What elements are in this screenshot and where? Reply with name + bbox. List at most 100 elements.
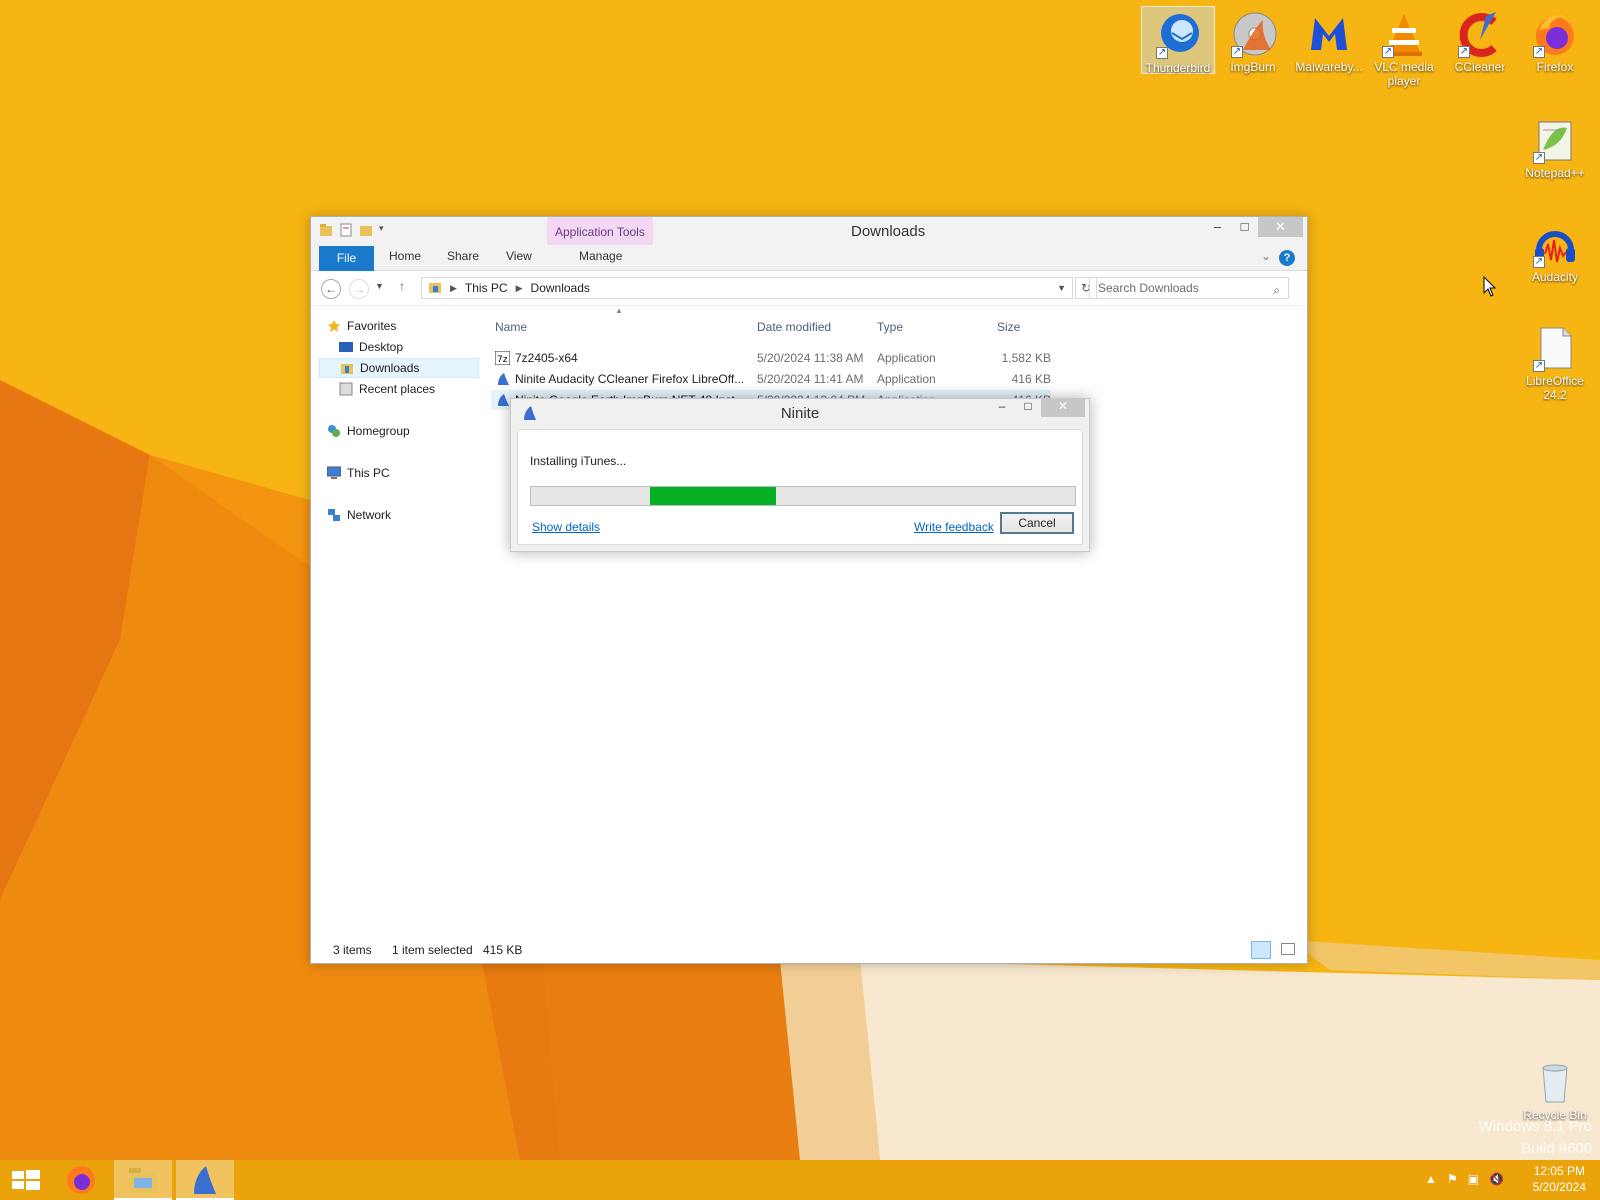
downloads-folder-icon xyxy=(340,361,354,375)
ninite-titlebar[interactable]: Ninite – □ ✕ xyxy=(511,399,1089,425)
audacity-icon: ↗ xyxy=(1531,220,1579,268)
explorer-titlebar[interactable]: ▾ Application Tools Downloads – □ ✕ xyxy=(311,217,1307,245)
nav-favorites[interactable]: Favorites xyxy=(327,316,396,336)
desktop-icon-audacity[interactable]: ↗ Audacity xyxy=(1518,216,1592,284)
show-details-link[interactable]: Show details xyxy=(532,520,600,534)
volume-muted-icon[interactable]: 🔇 xyxy=(1489,1172,1504,1186)
quick-access-toolbar: ▾ xyxy=(319,223,393,237)
malwarebytes-icon xyxy=(1305,10,1353,58)
desktop-icon-malwarebytes[interactable]: Malwareby... xyxy=(1292,6,1366,74)
tab-view[interactable]: View xyxy=(506,249,532,263)
svg-text:7z: 7z xyxy=(497,355,508,365)
desktop-icon-firefox[interactable]: ↗ Firefox xyxy=(1518,6,1592,74)
selection-size: 415 KB xyxy=(483,943,523,957)
maximize-button[interactable]: □ xyxy=(1015,399,1041,417)
close-button[interactable]: ✕ xyxy=(1041,399,1085,417)
explorer-window[interactable]: ▾ Application Tools Downloads – □ ✕ File… xyxy=(310,216,1308,964)
recycle-bin-icon xyxy=(1531,1058,1579,1106)
file-row[interactable]: Ninite Audacity CCleaner Firefox LibreOf… xyxy=(491,369,1051,389)
address-bar[interactable]: ▶ This PC ▶ Downloads ▼ xyxy=(421,277,1073,299)
taskbar-file-explorer[interactable] xyxy=(114,1160,172,1200)
tab-file[interactable]: File xyxy=(319,246,374,271)
7zip-icon: 7z xyxy=(494,350,511,371)
ninite-icon xyxy=(495,393,510,413)
help-icon[interactable]: ? xyxy=(1279,250,1295,266)
maximize-button[interactable]: □ xyxy=(1231,217,1258,237)
install-status: Installing iTunes... xyxy=(530,454,627,468)
recent-locations-icon[interactable]: ▼ xyxy=(375,281,384,291)
taskbar-firefox[interactable] xyxy=(52,1160,110,1200)
folder-icon xyxy=(319,223,333,237)
desktop-icon-notepadpp[interactable]: ↗ Notepad++ xyxy=(1518,112,1592,180)
action-center-flag-icon[interactable]: ⚑ xyxy=(1447,1172,1458,1186)
desktop-icon-imgburn[interactable]: ↗ ImgBurn xyxy=(1216,6,1290,74)
firefox-icon: ↗ xyxy=(1531,10,1579,58)
vlc-icon: ↗ xyxy=(1380,10,1428,58)
window-title: Downloads xyxy=(851,223,926,240)
forward-button[interactable]: → xyxy=(349,279,369,299)
file-row[interactable]: 7z 7z2405-x64 5/20/2024 11:38 AM Applica… xyxy=(491,348,1051,368)
large-icons-view-icon[interactable] xyxy=(1281,943,1295,955)
folder-icon xyxy=(428,280,442,297)
breadcrumb-this-pc[interactable]: This PC xyxy=(465,281,508,295)
minimize-button[interactable]: – xyxy=(989,399,1015,417)
properties-icon[interactable] xyxy=(339,223,353,237)
file-date: 5/20/2024 11:41 AM xyxy=(757,372,864,386)
application-tools-tab[interactable]: Application Tools xyxy=(547,217,653,245)
file-name: 7z2405-x64 xyxy=(515,351,578,365)
os-watermark-line2: Build 9600 xyxy=(1521,1140,1592,1157)
column-header-date[interactable]: Date modified xyxy=(757,320,831,334)
ninite-dialog[interactable]: Ninite – □ ✕ Installing iTunes... Show d… xyxy=(510,398,1090,552)
desktop-icon-recycle-bin[interactable]: Recycle Bin xyxy=(1518,1054,1592,1122)
details-view-icon[interactable] xyxy=(1251,941,1271,959)
close-button[interactable]: ✕ xyxy=(1258,217,1303,237)
back-button[interactable]: ← xyxy=(321,279,341,299)
nav-network[interactable]: Network xyxy=(327,505,391,525)
minimize-button[interactable]: – xyxy=(1204,217,1231,237)
star-icon xyxy=(327,319,341,333)
navigation-pane: Favorites Desktop Downloads Recent place… xyxy=(311,306,481,937)
firefox-icon xyxy=(67,1166,95,1194)
desktop-icon-ccleaner[interactable]: ↗ CCleaner xyxy=(1443,6,1517,74)
show-hidden-icons-icon[interactable]: ▲ xyxy=(1425,1172,1437,1186)
file-size: 1,582 KB xyxy=(1001,351,1051,365)
thunderbird-icon: ↗ xyxy=(1154,11,1202,59)
write-feedback-link[interactable]: Write feedback xyxy=(914,520,994,534)
network-icon[interactable]: ▣ xyxy=(1468,1172,1479,1186)
search-input[interactable]: Search Downloads ⌕ xyxy=(1089,277,1289,299)
nav-recent-places[interactable]: Recent places xyxy=(339,379,435,399)
column-header-size[interactable]: Size xyxy=(997,320,1020,334)
os-watermark-line1: Windows 8.1 Pro xyxy=(1478,1118,1592,1135)
chevron-down-icon[interactable]: ⌄ xyxy=(1261,249,1271,263)
customize-qat-icon[interactable]: ▾ xyxy=(379,223,393,237)
nav-desktop[interactable]: Desktop xyxy=(339,337,403,357)
desktop-icon-libreoffice[interactable]: ↗ LibreOffice 24.2 xyxy=(1518,320,1592,402)
nav-this-pc[interactable]: This PC xyxy=(326,463,390,483)
up-arrow-icon[interactable]: ↑ xyxy=(399,279,405,293)
file-type: Application xyxy=(877,351,936,365)
tab-share[interactable]: Share xyxy=(447,249,479,263)
nav-homegroup[interactable]: Homegroup xyxy=(327,421,410,441)
tab-manage[interactable]: Manage xyxy=(579,249,622,263)
breadcrumb-separator-icon: ▶ xyxy=(515,282,523,293)
file-size: 416 KB xyxy=(1011,372,1051,386)
homegroup-icon xyxy=(327,424,341,438)
tab-home[interactable]: Home xyxy=(389,249,421,263)
desktop-icon-thunderbird[interactable]: ↗ Thunderbird xyxy=(1141,6,1215,75)
start-button[interactable] xyxy=(0,1160,50,1200)
breadcrumb-separator-icon: ▶ xyxy=(450,282,457,293)
cancel-button[interactable]: Cancel xyxy=(1000,512,1074,534)
column-header-name[interactable]: Name xyxy=(495,320,527,334)
address-dropdown-icon[interactable]: ▼ xyxy=(1057,283,1066,293)
breadcrumb-downloads[interactable]: Downloads xyxy=(531,281,590,295)
nav-downloads[interactable]: Downloads xyxy=(319,358,479,378)
new-folder-icon[interactable] xyxy=(359,223,373,237)
selection-count: 1 item selected xyxy=(392,943,473,957)
column-header-type[interactable]: Type xyxy=(877,320,903,334)
taskbar-ninite[interactable] xyxy=(176,1160,234,1200)
clock[interactable]: 12:05 PM 5/20/2024 xyxy=(1533,1163,1586,1195)
desktop-icon-vlc[interactable]: ↗ VLC media player xyxy=(1367,6,1441,88)
file-explorer-icon xyxy=(129,1168,157,1192)
navigation-bar: ← → ▼ ↑ ▶ This PC ▶ Downloads ▼ ↻ Search… xyxy=(311,271,1307,305)
file-type: Application xyxy=(877,372,936,386)
